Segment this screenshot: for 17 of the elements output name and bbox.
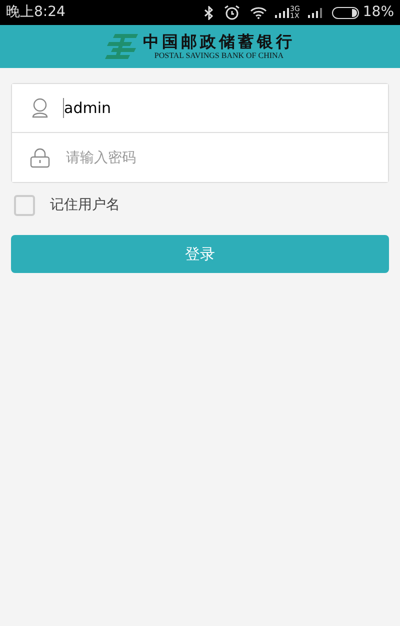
- user-icon: [31, 98, 49, 118]
- battery-percent: 18%: [362, 3, 394, 22]
- bank-name: 中国邮政储蓄银行: [143, 32, 295, 51]
- alarm-clock-icon: [224, 5, 240, 20]
- lock-icon: [30, 148, 50, 168]
- wifi-icon: [250, 6, 267, 18]
- signal-icon: [274, 8, 289, 18]
- battery-icon: [332, 6, 359, 18]
- status-time: 晚上8:24: [6, 3, 66, 22]
- username-field[interactable]: admin: [64, 84, 388, 132]
- remember-checkbox[interactable]: [14, 194, 35, 216]
- username-field[interactable]: admin: [12, 84, 388, 133]
- logo-icon: [105, 34, 139, 60]
- signal-icon: [308, 8, 322, 18]
- bluetooth-icon: [204, 6, 214, 20]
- bank-name-english: POSTAL SAVINGS BANK OF CHINA: [154, 51, 284, 61]
- remember-label: 记住用户名: [50, 196, 120, 214]
